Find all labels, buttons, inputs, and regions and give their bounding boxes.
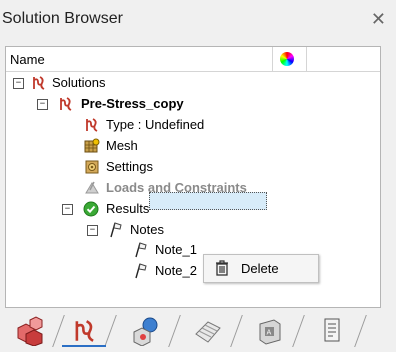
report-icon xyxy=(324,318,340,342)
active-tab-indicator xyxy=(62,345,106,347)
tree-item-notes[interactable]: − Notes xyxy=(0,220,380,240)
close-icon[interactable]: ✕ xyxy=(371,10,386,28)
solution-icon xyxy=(75,320,94,342)
tab-material-browser[interactable] xyxy=(186,315,243,347)
tab-view-browser[interactable]: A xyxy=(248,315,305,347)
context-menu: Delete xyxy=(203,254,319,283)
tree-item-label: Notes xyxy=(130,222,164,237)
collapse-toggle[interactable]: − xyxy=(87,225,98,236)
svg-text:A: A xyxy=(267,329,272,337)
mesh-icon xyxy=(84,138,100,153)
tab-assembly-browser[interactable] xyxy=(124,315,181,347)
tree-item-note-1[interactable]: Note_1 xyxy=(0,240,380,260)
tree-item-solutions[interactable]: − Solutions xyxy=(0,73,380,93)
tree-item-label: Settings xyxy=(106,159,153,174)
tree-header: Name xyxy=(6,47,380,72)
solution-icon xyxy=(33,76,45,90)
selection-highlight xyxy=(149,192,267,210)
cubes-icon xyxy=(17,316,43,346)
note-flag-icon xyxy=(135,242,147,258)
tree-item-label: Mesh xyxy=(106,138,138,153)
assembly-icon xyxy=(133,317,158,346)
note-flag-icon xyxy=(135,263,147,279)
color-column-icon[interactable] xyxy=(280,52,294,66)
results-check-icon xyxy=(83,201,99,217)
trash-icon xyxy=(216,260,228,276)
material-icon xyxy=(195,321,221,343)
tree-item-label: Note_2 xyxy=(155,263,197,278)
browser-tab-bar: A xyxy=(0,311,396,352)
column-header-name[interactable]: Name xyxy=(10,52,45,67)
tab-model-browser[interactable] xyxy=(8,315,65,347)
collapse-toggle[interactable]: − xyxy=(13,78,24,89)
tree-item-label: Solutions xyxy=(52,75,106,90)
tree-item-note-2[interactable]: Note_2 xyxy=(0,261,200,281)
tree-item-type[interactable]: Type : Undefined xyxy=(0,115,380,135)
tree-item-label: Note_1 xyxy=(155,242,197,257)
tree-item-label: Pre-Stress_copy xyxy=(81,96,184,111)
title-bar: Solution Browser ✕ xyxy=(0,0,396,40)
analysis-type-icon xyxy=(86,118,98,132)
tree-item-label: Results xyxy=(106,201,150,216)
note-flag-icon xyxy=(110,222,122,238)
tree-item-mesh[interactable]: Mesh xyxy=(0,136,380,156)
view-icon: A xyxy=(259,319,281,345)
settings-icon xyxy=(85,160,99,174)
tree-item-label: Type : Undefined xyxy=(106,117,205,132)
collapse-toggle[interactable]: − xyxy=(37,99,48,110)
tree-item-pre-stress[interactable]: − Pre-Stress_copy xyxy=(0,94,380,114)
loads-constraints-icon xyxy=(85,181,99,194)
tab-report-browser[interactable] xyxy=(310,315,367,347)
solution-icon xyxy=(60,97,72,111)
tab-solution-browser[interactable] xyxy=(60,315,117,347)
delete-label: Delete xyxy=(241,261,279,276)
collapse-toggle[interactable]: − xyxy=(62,204,73,215)
panel-title: Solution Browser xyxy=(2,10,123,27)
tree-item-settings[interactable]: Settings xyxy=(0,157,380,177)
context-menu-delete[interactable]: Delete xyxy=(204,255,318,282)
